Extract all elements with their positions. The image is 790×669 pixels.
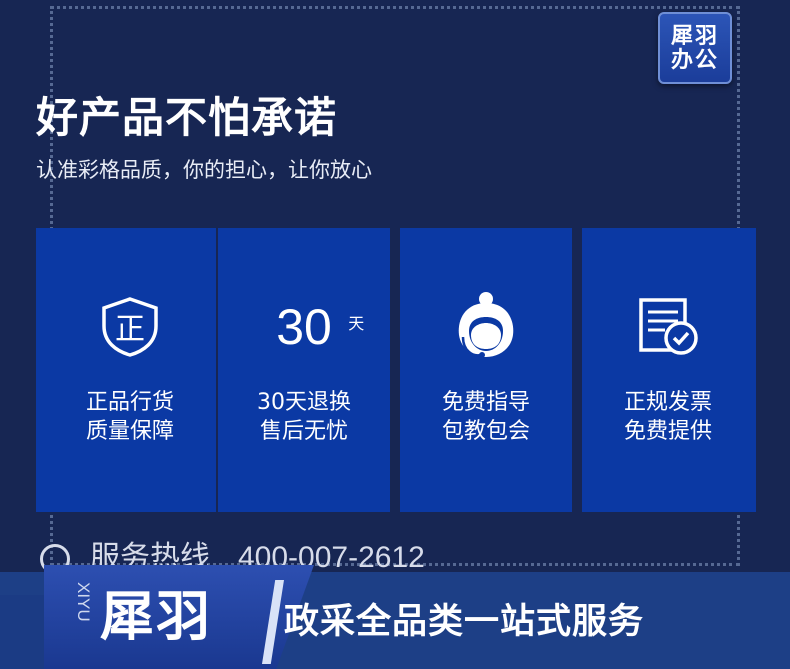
card-line1: 正品行货 <box>85 390 174 415</box>
card-line1: 30天退换 <box>257 390 351 415</box>
thirty-days-icon: 30 天 <box>218 292 390 362</box>
footer-slogan: 政采全品类一站式服务 <box>284 602 645 642</box>
days-number: 30 <box>276 299 332 355</box>
card-line1: 免费指导 <box>441 390 530 415</box>
card-line2: 质量保障 <box>85 419 174 444</box>
invoice-check-icon <box>582 292 754 362</box>
page-title: 好产品不怕承诺 <box>36 93 338 142</box>
brand-badge-line1: 犀羽 <box>670 23 719 49</box>
footer-vertical-brand: XIYU <box>72 582 94 626</box>
feature-card-return: 30 天 30天退换 售后无忧 <box>218 228 390 512</box>
footer-left-strip <box>0 595 44 669</box>
card-line2: 包教包会 <box>441 419 530 444</box>
card-line2: 售后无忧 <box>259 419 348 444</box>
days-unit: 天 <box>348 316 365 333</box>
brand-badge-line2: 办公 <box>670 47 719 73</box>
card-line1: 正规发票 <box>623 390 712 415</box>
feature-card-guide: 免费指导 包教包会 <box>400 228 572 512</box>
shield-zheng-icon: 正 <box>44 292 216 362</box>
vertical-brand-text: XIYU <box>74 582 93 622</box>
feature-cards: 正 正品行货 质量保障 30 天 30天退换 售后无忧 免费指导 包教包会 正规… <box>36 228 756 512</box>
brand-badge: 犀羽 办公 <box>658 12 732 84</box>
footer-logo: 犀羽 <box>100 584 212 648</box>
svg-text:正: 正 <box>115 312 145 347</box>
customer-service-icon <box>400 292 572 362</box>
feature-card-genuine: 正 正品行货 质量保障 <box>44 228 216 512</box>
card-line2: 免费提供 <box>623 419 712 444</box>
page-subtitle: 认准彩格品质，你的担心，让你放心 <box>36 158 372 182</box>
feature-card-invoice: 正规发票 免费提供 <box>582 228 754 512</box>
